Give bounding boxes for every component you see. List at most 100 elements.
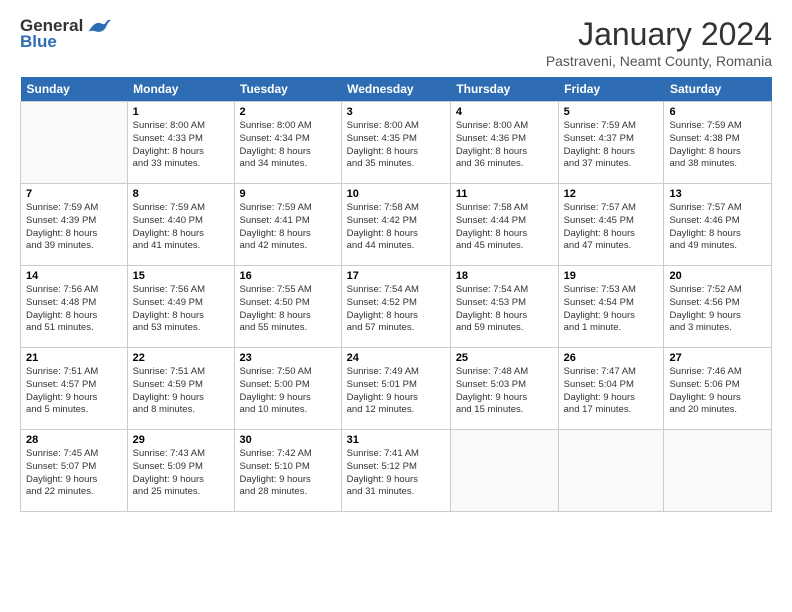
date-number: 10 xyxy=(347,188,445,200)
date-number: 12 xyxy=(564,188,659,200)
date-number: 13 xyxy=(669,188,766,200)
logo: General Blue xyxy=(20,16,111,52)
calendar-cell: 29 Sunrise: 7:43 AMSunset: 5:09 PMDayligh… xyxy=(127,430,234,512)
cell-content: Sunrise: 7:45 AMSunset: 5:07 PMDaylight:… xyxy=(26,448,122,499)
calendar-cell: 1 Sunrise: 8:00 AMSunset: 4:33 PMDaylight… xyxy=(127,102,234,184)
cell-content: Sunrise: 7:50 AMSunset: 5:00 PMDaylight:… xyxy=(240,366,336,417)
date-number: 2 xyxy=(240,106,336,118)
date-number: 17 xyxy=(347,270,445,282)
cell-content: Sunrise: 7:58 AMSunset: 4:44 PMDaylight:… xyxy=(456,202,553,253)
date-number: 20 xyxy=(669,270,766,282)
week-row-4: 21 Sunrise: 7:51 AMSunset: 4:57 PMDayligh… xyxy=(21,348,772,430)
date-number: 23 xyxy=(240,352,336,364)
page-container: General Blue January 2024 Pastraveni, Ne… xyxy=(0,0,792,522)
calendar-cell: 24Sunrise: 7:49 AMSunset: 5:01 PMDayligh… xyxy=(341,348,450,430)
calendar-cell: 30 Sunrise: 7:42 AMSunset: 5:10 PMDayligh… xyxy=(234,430,341,512)
cell-content: Sunrise: 7:54 AMSunset: 4:52 PMDaylight:… xyxy=(347,284,445,335)
calendar-cell: 11 Sunrise: 7:58 AMSunset: 4:44 PMDayligh… xyxy=(450,184,558,266)
cell-content: Sunrise: 7:56 AMSunset: 4:48 PMDaylight:… xyxy=(26,284,122,335)
logo-bird-icon xyxy=(87,17,111,35)
date-number: 4 xyxy=(456,106,553,118)
calendar-cell: 8 Sunrise: 7:59 AMSunset: 4:40 PMDaylight… xyxy=(127,184,234,266)
date-number: 25 xyxy=(456,352,553,364)
cell-content: Sunrise: 7:51 AMSunset: 4:57 PMDaylight:… xyxy=(26,366,122,417)
calendar-cell: 6Sunrise: 7:59 AMSunset: 4:38 PMDaylight… xyxy=(664,102,772,184)
date-number: 19 xyxy=(564,270,659,282)
col-header-saturday: Saturday xyxy=(664,77,772,102)
calendar-table: SundayMondayTuesdayWednesdayThursdayFrid… xyxy=(20,77,772,512)
calendar-cell: 12 Sunrise: 7:57 AMSunset: 4:45 PMDayligh… xyxy=(558,184,664,266)
week-row-2: 7 Sunrise: 7:59 AMSunset: 4:39 PMDaylight… xyxy=(21,184,772,266)
date-number: 31 xyxy=(347,434,445,446)
cell-content: Sunrise: 8:00 AMSunset: 4:34 PMDaylight:… xyxy=(240,120,336,171)
date-number: 7 xyxy=(26,188,122,200)
calendar-title: January 2024 xyxy=(546,16,772,53)
calendar-cell: 10 Sunrise: 7:58 AMSunset: 4:42 PMDayligh… xyxy=(341,184,450,266)
date-number: 11 xyxy=(456,188,553,200)
date-number: 27 xyxy=(669,352,766,364)
cell-content: Sunrise: 7:59 AMSunset: 4:38 PMDaylight:… xyxy=(669,120,766,171)
cell-content: Sunrise: 7:59 AMSunset: 4:40 PMDaylight:… xyxy=(133,202,229,253)
calendar-cell: 14 Sunrise: 7:56 AMSunset: 4:48 PMDayligh… xyxy=(21,266,128,348)
calendar-cell: 31 Sunrise: 7:41 AMSunset: 5:12 PMDayligh… xyxy=(341,430,450,512)
cell-content: Sunrise: 8:00 AMSunset: 4:36 PMDaylight:… xyxy=(456,120,553,171)
calendar-cell: 16Sunrise: 7:55 AMSunset: 4:50 PMDayligh… xyxy=(234,266,341,348)
calendar-cell xyxy=(558,430,664,512)
cell-content: Sunrise: 7:57 AMSunset: 4:46 PMDaylight:… xyxy=(669,202,766,253)
col-header-tuesday: Tuesday xyxy=(234,77,341,102)
cell-content: Sunrise: 7:53 AMSunset: 4:54 PMDaylight:… xyxy=(564,284,659,335)
date-number: 22 xyxy=(133,352,229,364)
calendar-cell xyxy=(21,102,128,184)
cell-content: Sunrise: 7:48 AMSunset: 5:03 PMDaylight:… xyxy=(456,366,553,417)
calendar-cell xyxy=(450,430,558,512)
calendar-cell: 28Sunrise: 7:45 AMSunset: 5:07 PMDayligh… xyxy=(21,430,128,512)
date-number: 29 xyxy=(133,434,229,446)
date-number: 3 xyxy=(347,106,445,118)
calendar-cell: 25 Sunrise: 7:48 AMSunset: 5:03 PMDayligh… xyxy=(450,348,558,430)
calendar-cell: 13 Sunrise: 7:57 AMSunset: 4:46 PMDayligh… xyxy=(664,184,772,266)
title-block: January 2024 Pastraveni, Neamt County, R… xyxy=(546,16,772,69)
cell-content: Sunrise: 7:56 AMSunset: 4:49 PMDaylight:… xyxy=(133,284,229,335)
calendar-cell: 2 Sunrise: 8:00 AMSunset: 4:34 PMDaylight… xyxy=(234,102,341,184)
cell-content: Sunrise: 7:47 AMSunset: 5:04 PMDaylight:… xyxy=(564,366,659,417)
cell-content: Sunrise: 7:57 AMSunset: 4:45 PMDaylight:… xyxy=(564,202,659,253)
week-row-5: 28Sunrise: 7:45 AMSunset: 5:07 PMDayligh… xyxy=(21,430,772,512)
cell-content: Sunrise: 7:55 AMSunset: 4:50 PMDaylight:… xyxy=(240,284,336,335)
date-number: 1 xyxy=(133,106,229,118)
calendar-cell xyxy=(664,430,772,512)
date-number: 14 xyxy=(26,270,122,282)
date-number: 8 xyxy=(133,188,229,200)
calendar-cell: 27 Sunrise: 7:46 AMSunset: 5:06 PMDayligh… xyxy=(664,348,772,430)
date-number: 15 xyxy=(133,270,229,282)
calendar-cell: 17 Sunrise: 7:54 AMSunset: 4:52 PMDayligh… xyxy=(341,266,450,348)
col-header-wednesday: Wednesday xyxy=(341,77,450,102)
calendar-cell: 15 Sunrise: 7:56 AMSunset: 4:49 PMDayligh… xyxy=(127,266,234,348)
cell-content: Sunrise: 7:58 AMSunset: 4:42 PMDaylight:… xyxy=(347,202,445,253)
calendar-cell: 7 Sunrise: 7:59 AMSunset: 4:39 PMDaylight… xyxy=(21,184,128,266)
cell-content: Sunrise: 7:59 AMSunset: 4:37 PMDaylight:… xyxy=(564,120,659,171)
col-header-monday: Monday xyxy=(127,77,234,102)
calendar-cell: 5Sunrise: 7:59 AMSunset: 4:37 PMDaylight… xyxy=(558,102,664,184)
date-number: 21 xyxy=(26,352,122,364)
cell-content: Sunrise: 7:59 AMSunset: 4:39 PMDaylight:… xyxy=(26,202,122,253)
cell-content: Sunrise: 7:42 AMSunset: 5:10 PMDaylight:… xyxy=(240,448,336,499)
calendar-cell: 20 Sunrise: 7:52 AMSunset: 4:56 PMDayligh… xyxy=(664,266,772,348)
date-number: 26 xyxy=(564,352,659,364)
calendar-cell: 19 Sunrise: 7:53 AMSunset: 4:54 PMDayligh… xyxy=(558,266,664,348)
cell-content: Sunrise: 8:00 AMSunset: 4:33 PMDaylight:… xyxy=(133,120,229,171)
date-number: 30 xyxy=(240,434,336,446)
cell-content: Sunrise: 7:46 AMSunset: 5:06 PMDaylight:… xyxy=(669,366,766,417)
calendar-cell: 26 Sunrise: 7:47 AMSunset: 5:04 PMDayligh… xyxy=(558,348,664,430)
date-number: 18 xyxy=(456,270,553,282)
calendar-cell: 21 Sunrise: 7:51 AMSunset: 4:57 PMDayligh… xyxy=(21,348,128,430)
cell-content: Sunrise: 7:52 AMSunset: 4:56 PMDaylight:… xyxy=(669,284,766,335)
week-row-1: 1 Sunrise: 8:00 AMSunset: 4:33 PMDaylight… xyxy=(21,102,772,184)
week-row-3: 14 Sunrise: 7:56 AMSunset: 4:48 PMDayligh… xyxy=(21,266,772,348)
calendar-subtitle: Pastraveni, Neamt County, Romania xyxy=(546,53,772,69)
logo-blue: Blue xyxy=(20,32,57,52)
col-header-friday: Friday xyxy=(558,77,664,102)
cell-content: Sunrise: 7:41 AMSunset: 5:12 PMDaylight:… xyxy=(347,448,445,499)
col-header-sunday: Sunday xyxy=(21,77,128,102)
col-header-thursday: Thursday xyxy=(450,77,558,102)
cell-content: Sunrise: 7:43 AMSunset: 5:09 PMDaylight:… xyxy=(133,448,229,499)
